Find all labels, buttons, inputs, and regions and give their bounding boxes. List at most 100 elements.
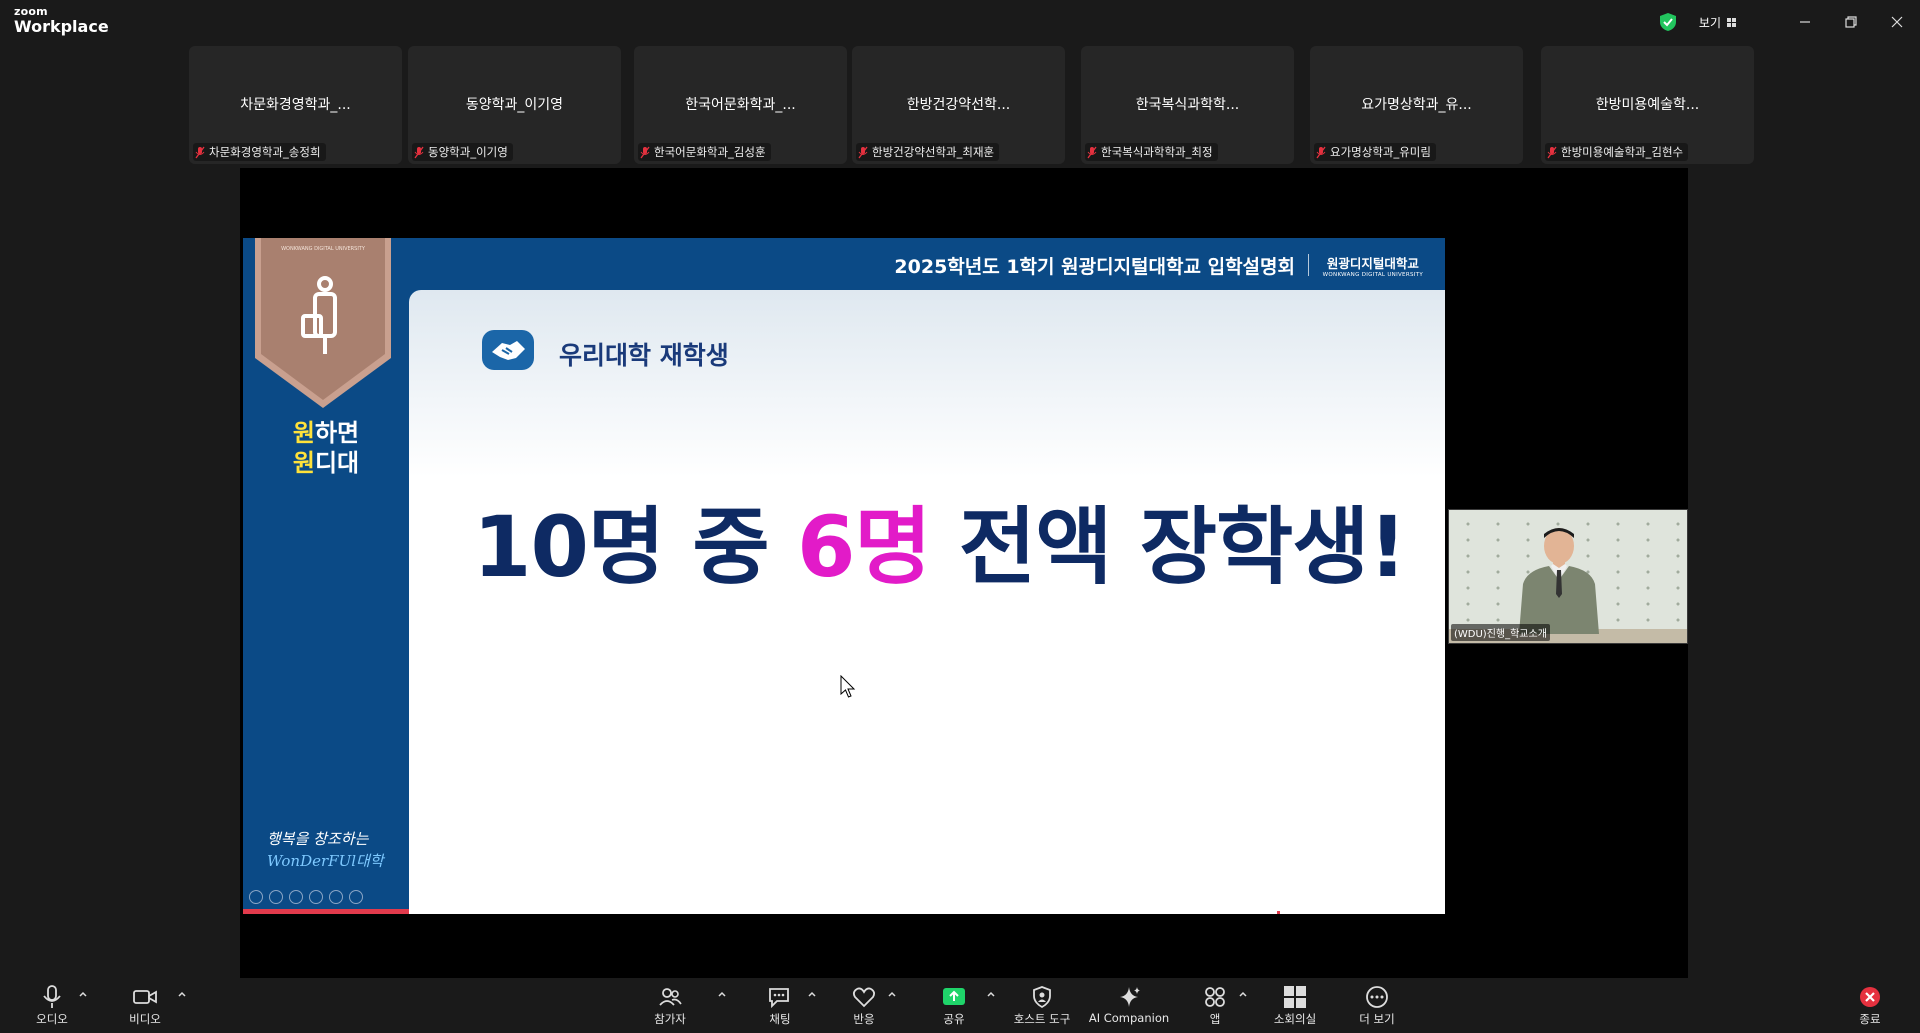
slide-header: 2025학년도 1학기 원광디지털대학교 입학설명회 원광디지털대학교 WONK… — [409, 238, 1445, 290]
host-tools-button[interactable]: 호스트 도구 — [1005, 985, 1079, 1031]
pen-icon[interactable] — [289, 890, 303, 904]
participant-tile[interactable]: 동양학과_이기영 동양학과_이기영 — [408, 46, 621, 164]
participants-options-chevron-icon[interactable] — [717, 990, 727, 998]
ai-companion-label: AI Companion — [1088, 1011, 1170, 1025]
audio-label: 오디오 — [36, 1012, 68, 1026]
breakout-label: 소회의실 — [1273, 1012, 1317, 1026]
speaker-label: (WDU)진행_학교소개 — [1451, 624, 1550, 641]
mouse-cursor-icon — [840, 675, 856, 698]
close-icon — [1891, 16, 1903, 28]
video-camera-icon — [133, 990, 157, 1004]
chat-button[interactable]: 채팅 — [743, 985, 817, 1031]
slogan-accent: 원 — [292, 449, 315, 477]
university-logo: 원광디지털대학교 WONKWANG DIGITAL UNIVERSITY — [1323, 253, 1423, 278]
logo-english: WONKWANG DIGITAL UNIVERSITY — [1322, 272, 1423, 278]
slogan-rest: 디대 — [314, 449, 360, 477]
view-button[interactable]: 보기 — [1699, 14, 1736, 31]
more-button[interactable]: 더 보기 — [1340, 985, 1414, 1031]
apps-label: 앱 — [1209, 1012, 1221, 1026]
security-shield-icon[interactable] — [1659, 12, 1677, 32]
shared-slide: WONKWANG DIGITAL UNIVERSITY 원하면 원디대 행복을 … — [243, 238, 1445, 914]
participant-tile[interactable]: 한방건강약선학... 한방건강약선학과_최재훈 — [852, 46, 1065, 164]
share-screen-icon — [943, 988, 965, 1005]
breakout-rooms-button[interactable]: 소회의실 — [1258, 985, 1332, 1031]
audio-options-chevron-icon[interactable] — [78, 990, 88, 998]
logo-korean: 원광디지털대학교 — [1326, 256, 1419, 271]
restore-icon — [1845, 16, 1857, 28]
participant-label-text: 동양학과_이기영 — [428, 145, 508, 159]
participant-label: 한방건강약선학과_최재훈 — [856, 143, 1000, 161]
reactions-options-chevron-icon[interactable] — [887, 990, 897, 998]
slide-body: 우리대학 재학생 10명 중 6명 전액 장학생! — [409, 290, 1445, 914]
participant-name: 요가명상학과_유... — [1361, 97, 1472, 113]
participants-label: 참가자 — [654, 1012, 686, 1026]
participant-tile[interactable]: 차문화경영학과_... 차문화경영학과_송정희 — [189, 46, 402, 164]
reactions-label: 반응 — [853, 1012, 875, 1026]
share-button[interactable]: 공유 — [917, 985, 991, 1031]
sparkle-icon — [1120, 987, 1140, 1007]
more-options-icon[interactable] — [349, 890, 363, 904]
participant-name: 동양학과_이기영 — [465, 97, 564, 113]
participant-tile[interactable]: 한국어문화학과_... 한국어문화학과_김성훈 — [634, 46, 847, 164]
end-meeting-button[interactable]: 종료 — [1835, 985, 1905, 1031]
host-tools-label: 호스트 도구 — [1013, 1012, 1071, 1026]
apps-icon — [1205, 987, 1225, 1007]
next-slide-icon[interactable] — [269, 890, 283, 904]
handshake-icon — [482, 330, 534, 370]
brand-small: zoom — [14, 5, 48, 18]
slide-subtitle: 우리대학 재학생 — [559, 341, 729, 370]
speaker-person-icon — [1519, 528, 1599, 634]
brand-large: Workplace — [14, 17, 109, 36]
participant-name: 한방미용예술학... — [1595, 97, 1700, 113]
slide-marker — [1277, 911, 1280, 914]
participant-label-text: 요가명상학과_유미림 — [1330, 145, 1431, 159]
participant-label: 요가명상학과_유미림 — [1314, 143, 1436, 161]
end-x-icon — [1860, 987, 1880, 1007]
grid-view-icon — [1727, 17, 1736, 27]
speaker-video-tile[interactable]: (WDU)진행_학교소개 — [1448, 509, 1688, 644]
muted-mic-icon — [1316, 146, 1326, 158]
restore-button[interactable] — [1828, 0, 1874, 44]
participant-tile[interactable]: 한국복식과학학... 한국복식과학학과_최정 — [1081, 46, 1294, 164]
participant-label: 한국복식과학학과_최정 — [1085, 143, 1218, 161]
microphone-icon — [43, 985, 61, 1008]
video-options-chevron-icon[interactable] — [177, 990, 187, 998]
share-options-chevron-icon[interactable] — [986, 990, 996, 998]
chat-label: 채팅 — [769, 1012, 791, 1026]
participant-label-text: 한방건강약선학과_최재훈 — [872, 145, 995, 159]
participants-button[interactable]: 참가자 — [633, 985, 707, 1031]
participant-label: 한국어문화학과_김성훈 — [638, 143, 771, 161]
more-label: 더 보기 — [1359, 1012, 1395, 1026]
apps-options-chevron-icon[interactable] — [1238, 990, 1248, 998]
chat-options-chevron-icon[interactable] — [807, 990, 817, 998]
slogan: 원하면 원디대 — [243, 418, 409, 478]
participant-label: 차문화경영학과_송정희 — [193, 143, 326, 161]
meeting-toolbar: 오디오 비디오 참가자 채팅 반응 공유 호스트 도구 AI Companion… — [0, 980, 1920, 1033]
slide-accent-bar — [243, 909, 409, 914]
ai-companion-button[interactable]: AI Companion — [1084, 985, 1174, 1031]
slides-icon[interactable] — [309, 890, 323, 904]
zoom-icon[interactable] — [329, 890, 343, 904]
participant-tile[interactable]: 요가명상학과_유... 요가명상학과_유미림 — [1310, 46, 1523, 164]
muted-mic-icon — [858, 146, 868, 158]
breakout-rooms-icon — [1284, 986, 1306, 1008]
participant-label-text: 한국복식과학학과_최정 — [1101, 145, 1213, 159]
signature-line: 행복을 창조하는 — [267, 830, 369, 848]
participant-label: 동양학과_이기영 — [412, 143, 513, 161]
prev-slide-icon[interactable] — [249, 890, 263, 904]
participant-name: 한국어문화학과_... — [685, 97, 796, 113]
participant-tile[interactable]: 한방미용예술학... 한방미용예술학과_김현수 — [1541, 46, 1754, 164]
view-label: 보기 — [1698, 15, 1721, 30]
headline-text: 전액 장학생! — [930, 498, 1407, 596]
close-window-button[interactable] — [1874, 0, 1920, 44]
heart-icon — [852, 987, 876, 1008]
slide-header-title: 2025학년도 1학기 원광디지털대학교 입학설명회 — [894, 256, 1295, 278]
more-dots-icon — [1366, 986, 1388, 1008]
slide-headline: 10명 중 6명 전액 장학생! — [473, 480, 1407, 601]
slogan-rest: 하면 — [314, 419, 360, 447]
muted-mic-icon — [195, 146, 205, 158]
minimize-button[interactable] — [1782, 0, 1828, 44]
video-button[interactable]: 비디오 — [108, 985, 182, 1031]
host-shield-icon — [1033, 986, 1051, 1009]
participant-name: 차문화경영학과_... — [240, 97, 351, 113]
